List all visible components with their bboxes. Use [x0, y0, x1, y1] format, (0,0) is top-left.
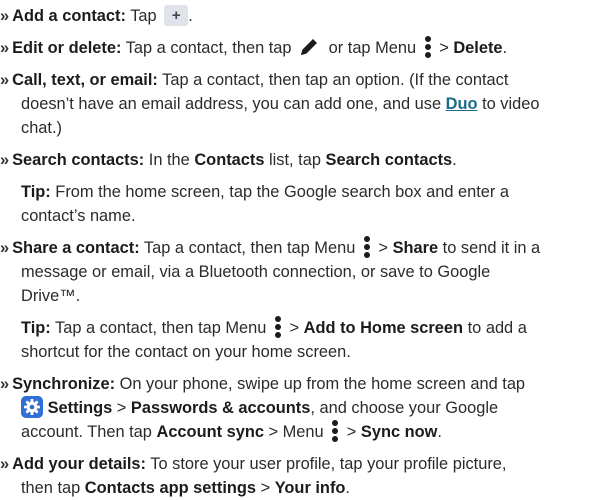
tip-home-screen-shortcut: Tip: Tap a contact, then tap Menu > Add … — [21, 315, 527, 340]
item-label: Edit or delete: — [12, 39, 122, 57]
item-share-contact: » Share a contact: Tap a contact, then ta… — [0, 235, 540, 260]
bullet-marker: » — [0, 151, 10, 169]
tip-label: Tip: — [21, 319, 51, 337]
settings-gear-icon — [21, 395, 43, 418]
item-add-details: » Add your details: To store your user pr… — [0, 455, 507, 473]
item-share-line3: Drive™. — [21, 287, 81, 305]
duo-link[interactable]: Duo — [446, 95, 478, 113]
more-vert-icon — [332, 419, 339, 442]
more-vert-icon — [274, 315, 281, 338]
item-sync-line2: Settings > Passwords & accounts, and cho… — [21, 395, 498, 420]
item-share-line2: message or email, via a Bluetooth connec… — [21, 263, 491, 281]
bullet-marker: » — [0, 455, 10, 473]
item-details-line2: then tap Contacts app settings > Your in… — [21, 479, 350, 497]
item-label: Share a contact: — [12, 239, 140, 257]
item-add-contact: » Add a contact: Tap +. — [0, 5, 193, 27]
bullet-marker: » — [0, 71, 10, 89]
item-edit-delete: » Edit or delete: Tap a contact, then tap… — [0, 35, 507, 60]
item-label: Add your details: — [12, 455, 146, 473]
item-call-line3: chat.) — [21, 119, 62, 137]
bullet-marker: » — [0, 39, 10, 57]
item-call-text-email: » Call, text, or email: Tap a contact, th… — [0, 71, 509, 89]
tip-home-search: Tip: From the home screen, tap the Googl… — [21, 183, 510, 201]
item-call-line2: doesn’t have an email address, you can a… — [21, 95, 540, 113]
item-sync-line3: account. Then tap Account sync > Menu > … — [21, 419, 442, 444]
item-synchronize: » Synchronize: On your phone, swipe up fr… — [0, 375, 526, 393]
bullet-marker: » — [0, 239, 10, 257]
add-plus-icon: + — [164, 5, 189, 27]
item-label: Call, text, or email: — [12, 71, 158, 89]
more-vert-icon — [424, 35, 431, 58]
tip-home-search-line2: contact’s name. — [21, 207, 136, 225]
bullet-marker: » — [0, 375, 10, 393]
contacts-help-page: » Add a contact: Tap +. » Edit or delete: … — [0, 0, 612, 497]
pencil-icon — [301, 38, 318, 55]
item-label: Synchronize: — [12, 375, 116, 393]
tip-home-screen-line2: shortcut for the contact on your home sc… — [21, 343, 351, 361]
item-label: Search contacts: — [12, 151, 145, 169]
bullet-marker: » — [0, 7, 10, 25]
item-search-contacts: » Search contacts: In the Contacts list, … — [0, 151, 457, 169]
more-vert-icon — [363, 235, 370, 258]
item-label: Add a contact: — [12, 7, 126, 25]
tip-label: Tip: — [21, 183, 51, 201]
